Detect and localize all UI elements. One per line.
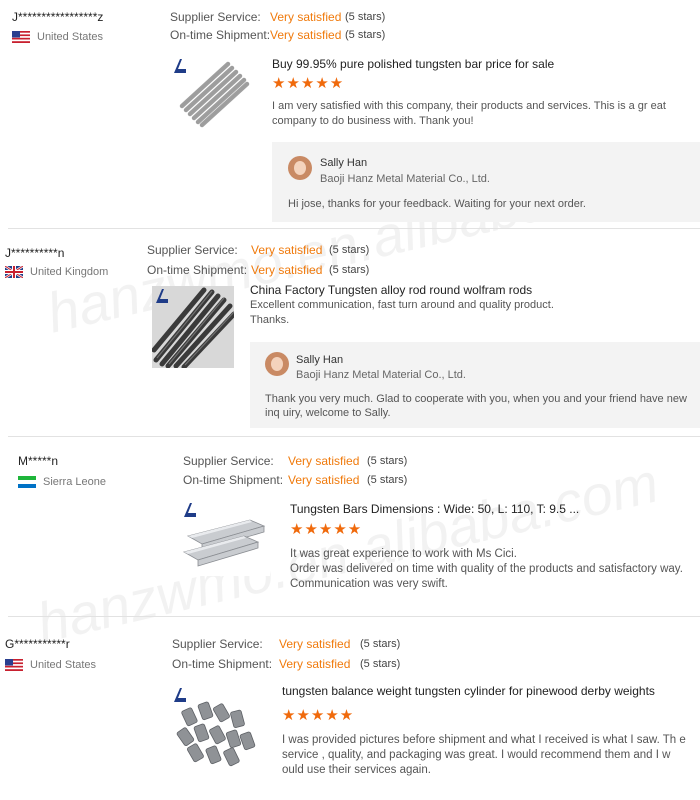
avatar <box>265 352 289 376</box>
buyer-name: G***********r <box>5 637 70 651</box>
review-comment: I was provided pictures before shipment … <box>282 734 686 776</box>
product-title-link[interactable]: China Factory Tungsten alloy rod round w… <box>250 283 532 297</box>
country-name: Sierra Leone <box>43 476 106 488</box>
product-title-link[interactable]: Tungsten Bars Dimensions : Wide: 50, L: … <box>290 502 579 516</box>
product-image[interactable] <box>170 685 262 771</box>
rating-text: Very satisfied <box>279 657 351 671</box>
reply-company: Baoji Hanz Metal Material Co., Ltd. <box>320 173 490 185</box>
star-count: (5 stars) <box>345 11 386 23</box>
brand-logo-icon <box>184 503 196 517</box>
buyer-country: United States <box>5 659 96 671</box>
star-rating: ★★★★★ <box>272 75 345 92</box>
rating-text: Very satisfied <box>251 263 323 277</box>
comment-line: Thanks. <box>250 314 290 326</box>
product-image[interactable] <box>180 500 270 576</box>
star-count: (5 stars) <box>329 264 370 276</box>
supplier-service-row: Supplier Service: Very satisfied (5 star… <box>172 637 400 651</box>
rating-text: Very satisfied <box>279 637 351 651</box>
supplier-service-row: Supplier Service: Very satisfied (5 star… <box>183 454 407 468</box>
buyer-country: United Kingdom <box>5 266 108 278</box>
buyer-name: J*****************z <box>12 10 104 24</box>
star-count: (5 stars) <box>367 474 408 486</box>
label: Supplier Service: <box>170 10 261 24</box>
sierra-leone-flag-icon <box>18 476 36 488</box>
product-image[interactable] <box>152 286 234 368</box>
reply-author: Sally Han <box>296 354 344 366</box>
label: On-time Shipment: <box>170 28 271 42</box>
buyer-name: M*****n <box>18 454 59 468</box>
label: On-time Shipment: <box>183 473 284 487</box>
star-count: (5 stars) <box>367 455 408 467</box>
rating-text: Very satisfied <box>288 454 360 468</box>
country-name: United States <box>37 31 104 43</box>
us-flag-icon <box>12 31 30 43</box>
reply-text: Thank you very much. Glad to cooperate w… <box>265 393 687 419</box>
label: Supplier Service: <box>183 454 274 468</box>
star-rating: ★★★★★ <box>282 707 355 724</box>
avatar <box>288 156 312 180</box>
buyer-country: Sierra Leone <box>18 476 106 488</box>
brand-logo-icon <box>156 289 168 303</box>
supplier-reply: Sally Han Baoji Hanz Metal Material Co.,… <box>272 142 700 222</box>
star-count: (5 stars) <box>360 658 401 670</box>
shipment-row: On-time Shipment: Very satisfied (5 star… <box>170 28 385 42</box>
shipment-row: On-time Shipment: Very satisfied (5 star… <box>147 263 369 277</box>
product-title-link[interactable]: Buy 99.95% pure polished tungsten bar pr… <box>272 57 554 71</box>
comment-line: Order was delivered on time with quality… <box>290 563 683 575</box>
rating-text: Very satisfied <box>288 473 360 487</box>
reply-text: Hi jose, thanks for your feedback. Waiti… <box>288 198 586 210</box>
star-rating: ★★★★★ <box>290 521 363 538</box>
label: On-time Shipment: <box>147 263 248 277</box>
review-divider <box>8 436 700 437</box>
comment-line: Excellent communication, fast turn aroun… <box>250 299 554 311</box>
supplier-service-row: Supplier Service: Very satisfied (5 star… <box>170 10 385 24</box>
product-image[interactable] <box>170 56 250 128</box>
country-name: United States <box>30 659 97 671</box>
rating-text: Very satisfied <box>270 10 342 24</box>
country-name: United Kingdom <box>30 266 109 278</box>
shipment-row: On-time Shipment: Very satisfied (5 star… <box>172 657 400 671</box>
label: On-time Shipment: <box>172 657 273 671</box>
uk-flag-icon <box>5 266 23 278</box>
us-flag-icon <box>5 659 23 671</box>
reply-company: Baoji Hanz Metal Material Co., Ltd. <box>296 369 466 381</box>
label: Supplier Service: <box>172 637 263 651</box>
review-comment: Excellent communication, fast turn aroun… <box>250 298 690 328</box>
brand-logo-icon <box>174 59 186 73</box>
review-comment: It was great experience to work with Ms … <box>290 547 700 592</box>
star-count: (5 stars) <box>360 638 401 650</box>
supplier-service-row: Supplier Service: Very satisfied (5 star… <box>147 243 369 257</box>
star-count: (5 stars) <box>345 29 386 41</box>
star-count: (5 stars) <box>329 244 370 256</box>
rating-text: Very satisfied <box>270 28 342 42</box>
shipment-row: On-time Shipment: Very satisfied (5 star… <box>183 473 407 487</box>
comment-line: It was great experience to work with Ms … <box>290 548 517 560</box>
buyer-country: United States <box>12 31 103 43</box>
brand-logo-icon <box>174 688 186 702</box>
comment-line: Communication was very swift. <box>290 578 448 590</box>
review-divider <box>8 228 700 229</box>
review-comment: I am very satisfied with this company, t… <box>272 100 666 127</box>
supplier-reply: Sally Han Baoji Hanz Metal Material Co.,… <box>250 342 700 428</box>
reply-author: Sally Han <box>320 157 368 169</box>
label: Supplier Service: <box>147 243 238 257</box>
buyer-name: J**********n <box>5 246 65 260</box>
product-title-link[interactable]: tungsten balance weight tungsten cylinde… <box>282 684 655 698</box>
review-divider <box>8 616 700 617</box>
rating-text: Very satisfied <box>251 243 323 257</box>
